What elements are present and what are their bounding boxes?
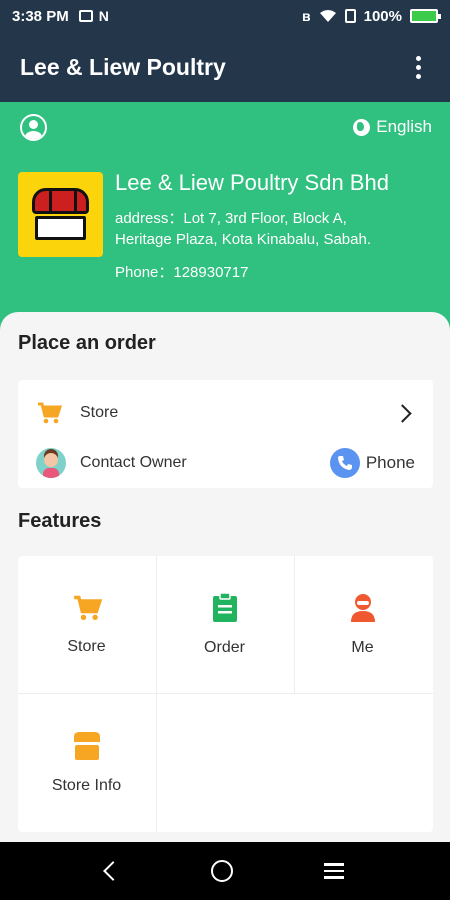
- notification-icons: N: [78, 8, 109, 24]
- battery-level: 100%: [363, 7, 402, 25]
- clipboard-icon: [212, 592, 237, 622]
- cart-icon: [38, 402, 62, 424]
- phone-icon: [329, 448, 360, 478]
- address-line-2: Heritage Plaza, Kota Kinabalu, Sabah.: [115, 231, 372, 248]
- cart-icon: [73, 595, 102, 620]
- home-icon[interactable]: [210, 860, 233, 882]
- owner-avatar: [36, 448, 66, 478]
- feature-store[interactable]: Store: [18, 556, 155, 693]
- gallery-notification-icon: [78, 10, 93, 22]
- wifi-icon: [319, 10, 336, 22]
- status-time: 3:38 PM: [12, 7, 69, 25]
- person-icon: [350, 593, 375, 622]
- contact-owner-row: Contact Owner Phone: [18, 438, 433, 488]
- more-options-icon[interactable]: [406, 52, 430, 82]
- features-grid: Store Order Me Store Info: [18, 556, 433, 832]
- system-icons: ʙ 100%: [302, 7, 441, 25]
- status-bar: 3:38 PM N ʙ 100%: [0, 0, 450, 32]
- features-title: Features: [18, 510, 102, 532]
- order-card: Store Contact Owner Phone: [18, 380, 433, 488]
- app-title: Lee & Liew Poultry: [20, 53, 226, 80]
- feature-me-label: Me: [351, 638, 374, 656]
- back-icon[interactable]: [102, 861, 123, 881]
- store-phone: Phone：128930717: [115, 264, 249, 281]
- bluetooth-icon: ʙ: [302, 8, 311, 24]
- feature-store-label: Store: [67, 637, 106, 655]
- contact-owner-label: Contact Owner: [80, 454, 187, 471]
- store-logo: [18, 172, 103, 257]
- app-bar: Lee & Liew Poultry: [0, 32, 450, 102]
- feature-me[interactable]: Me: [294, 556, 431, 693]
- feature-order-label: Order: [204, 638, 245, 656]
- store-row[interactable]: Store: [18, 388, 433, 438]
- recent-apps-icon[interactable]: [324, 863, 345, 879]
- battery-icon: [410, 9, 441, 23]
- store-address: address：Lot 7, 3rd Floor, Block A, Herit…: [115, 208, 435, 250]
- phone-label: Phone: [365, 453, 415, 472]
- place-order-title: Place an order: [18, 332, 156, 354]
- store-name: Lee & Liew Poultry Sdn Bhd: [115, 170, 389, 195]
- address-line-1: address：Lot 7, 3rd Floor, Block A,: [115, 210, 347, 227]
- globe-icon: [353, 118, 371, 136]
- system-nav-bar: [0, 842, 450, 900]
- feature-store-info-label: Store Info: [51, 776, 122, 794]
- chevron-right-icon: [393, 403, 412, 423]
- sim-icon: [344, 9, 356, 23]
- language-selector[interactable]: English: [353, 117, 432, 137]
- n-notification-icon: N: [98, 8, 109, 24]
- store-header: English Lee & Liew Poultry Sdn Bhd addre…: [0, 102, 450, 332]
- feature-store-info[interactable]: Store Info: [18, 694, 155, 831]
- store-info: Lee & Liew Poultry Sdn Bhd address：Lot 7…: [115, 170, 435, 282]
- profile-icon[interactable]: [20, 114, 47, 141]
- main-content: Place an order Store Contact Owner Phone…: [0, 312, 450, 842]
- phone-button[interactable]: Phone: [329, 448, 415, 478]
- language-label: English: [376, 117, 432, 136]
- shop-icon: [73, 731, 100, 760]
- feature-order[interactable]: Order: [156, 556, 293, 693]
- store-label: Store: [80, 404, 119, 421]
